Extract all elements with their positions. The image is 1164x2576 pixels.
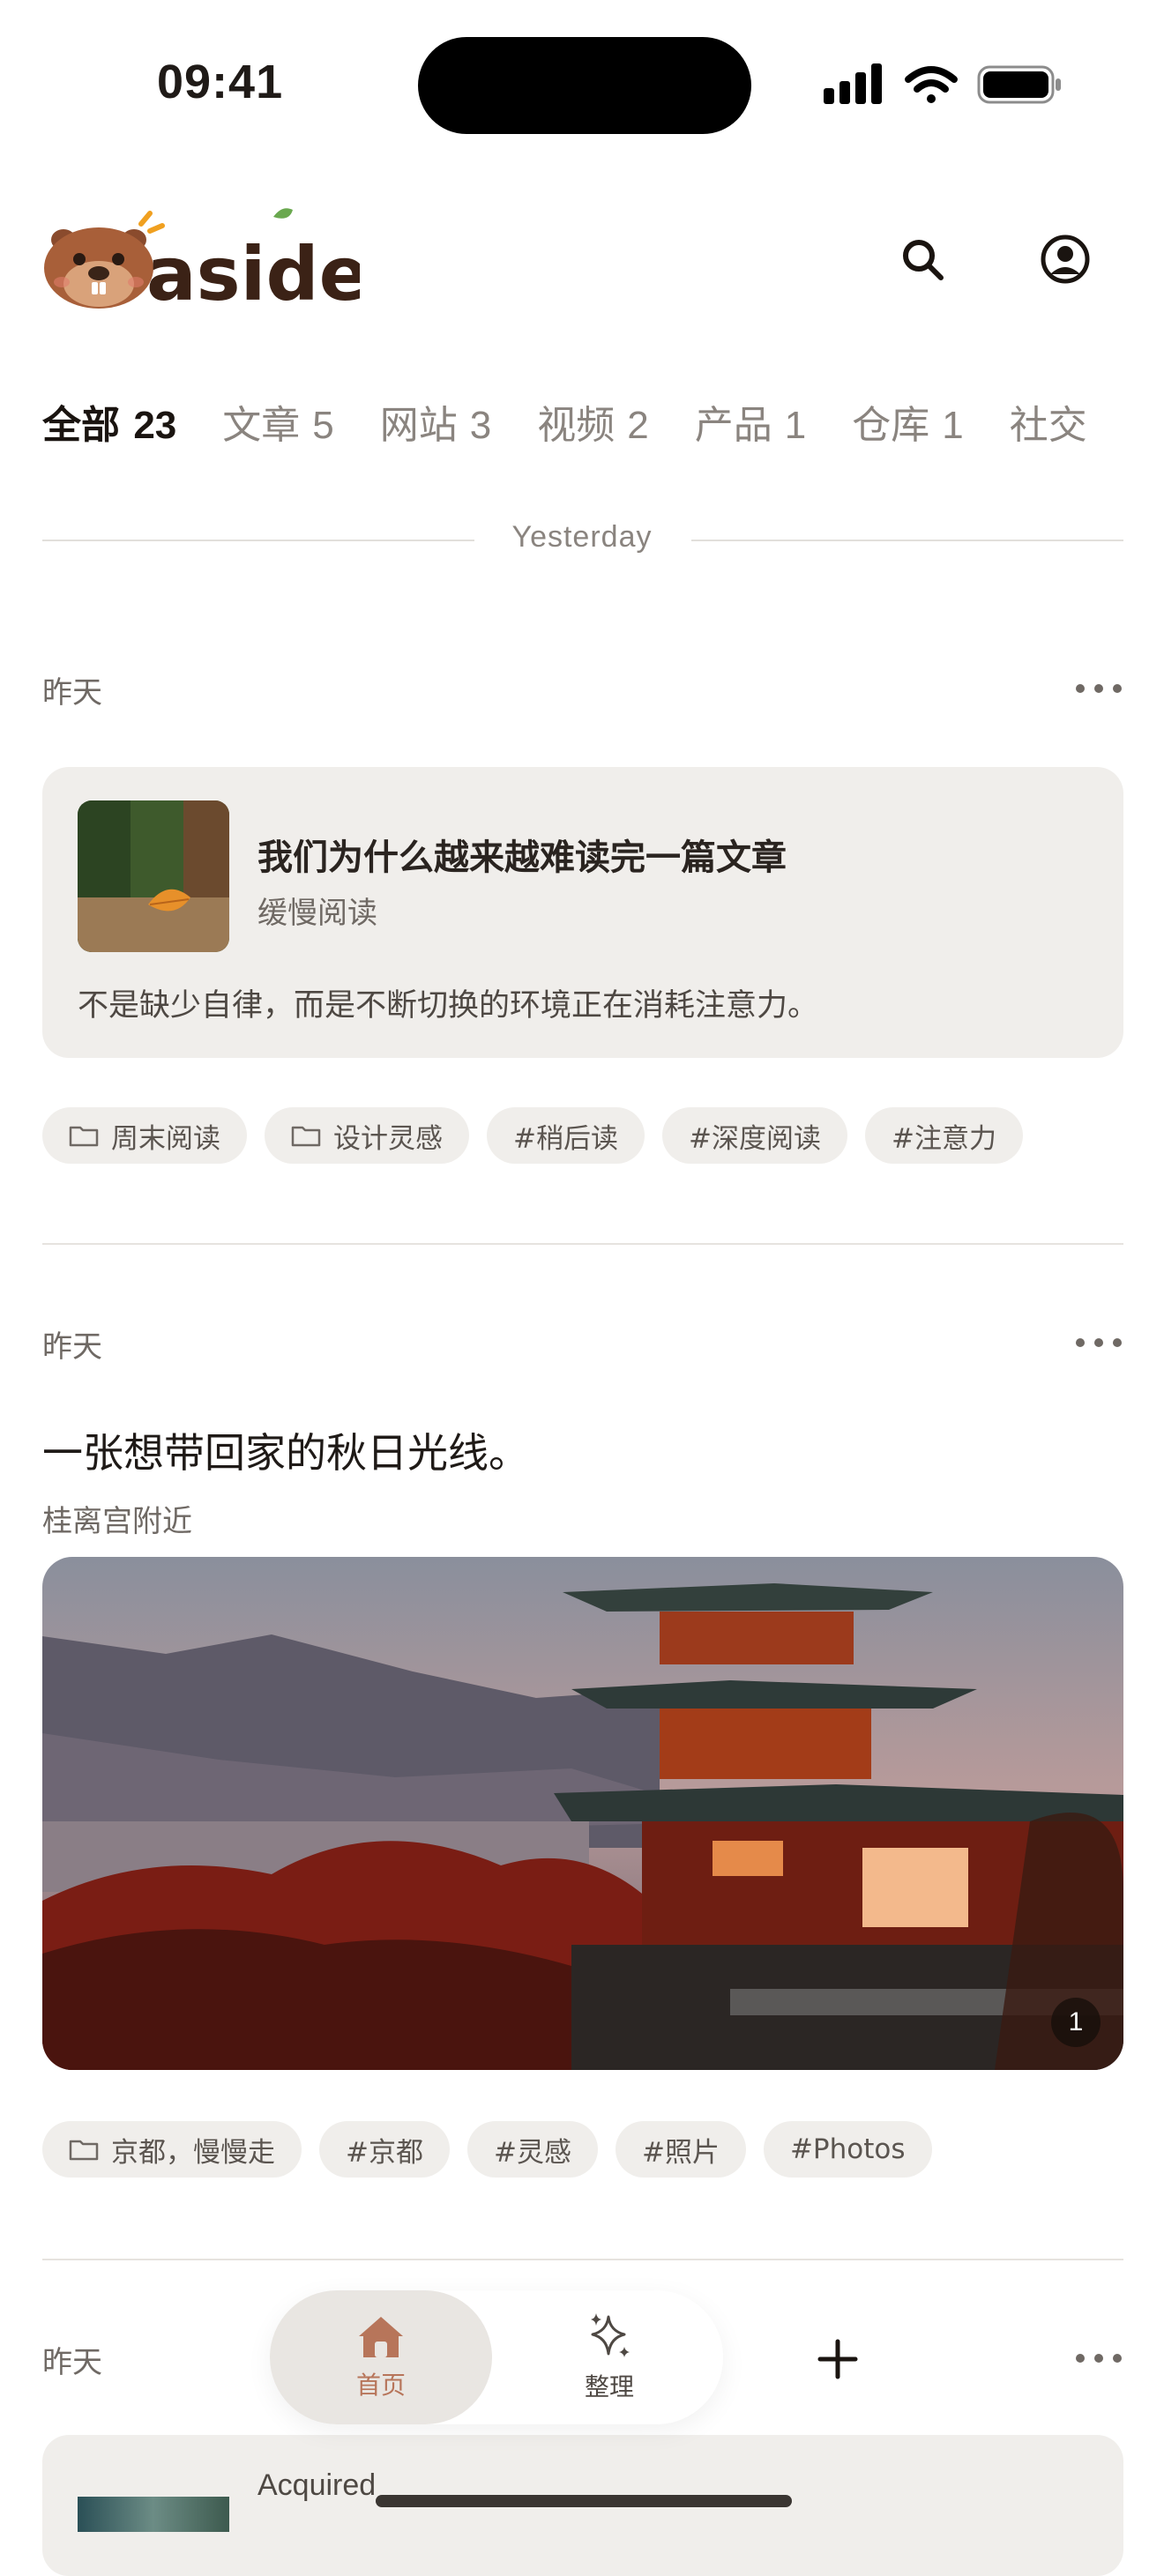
collection-tag[interactable]: 京都，慢慢走 (42, 2121, 302, 2178)
dot-icon (1094, 1338, 1103, 1347)
dynamic-island (418, 37, 751, 134)
hashtag[interactable]: #Photos (763, 2121, 932, 2178)
article-source: 缓慢阅读 (257, 896, 377, 931)
dot-icon (1113, 684, 1122, 693)
hashtag[interactable]: #深度阅读 (661, 1107, 847, 1164)
item-date: 昨天 (42, 675, 102, 711)
dot-icon (1094, 2354, 1103, 2363)
dot-icon (1094, 684, 1103, 693)
dot-icon (1076, 2354, 1085, 2363)
home-icon (359, 2317, 403, 2357)
folder-icon (291, 1126, 321, 1147)
dot-icon (1076, 684, 1085, 693)
profile-icon (1041, 235, 1090, 284)
nav-home-button[interactable]: 首页 (270, 2290, 492, 2424)
article-title: Acquired (257, 2468, 377, 2502)
post-location: 桂离宫附近 (42, 1504, 192, 1539)
dot-icon (1076, 1338, 1085, 1347)
search-button[interactable] (880, 217, 965, 302)
logo-text: aside (146, 231, 360, 309)
collection-tag[interactable]: 周末阅读 (42, 1107, 247, 1164)
more-options-button[interactable] (1076, 2354, 1122, 2364)
post-title: 一张想带回家的秋日光线。 (42, 1429, 529, 1477)
folder-icon (69, 2140, 99, 2161)
search-icon (903, 240, 944, 280)
tag-row: 周末阅读 设计灵感 #稍后读 #深度阅读 #注意力 (42, 1107, 1041, 1164)
tab-videos[interactable]: 视频 2 (537, 393, 648, 455)
sparkles-icon (591, 2313, 630, 2357)
tab-social[interactable]: 社交 (1010, 393, 1087, 455)
tab-repos[interactable]: 仓库 1 (852, 393, 963, 455)
hashtag[interactable]: #灵感 (466, 2121, 598, 2178)
article-description: 不是缺少自律，而是不断切换的环境正在消耗注意力。 (78, 988, 819, 1024)
collection-tag[interactable]: 设计灵感 (265, 1107, 469, 1164)
add-button[interactable] (767, 2303, 908, 2416)
status-icons (824, 63, 1061, 104)
tab-all[interactable]: 全部 23 (42, 393, 176, 455)
hashtag[interactable]: #注意力 (864, 1107, 1023, 1164)
more-options-button[interactable] (1076, 1338, 1122, 1349)
tab-websites[interactable]: 网站 3 (380, 393, 491, 455)
home-indicator[interactable] (376, 2495, 792, 2507)
section-divider-label: Yesterday (511, 520, 653, 554)
hashtag[interactable]: #京都 (319, 2121, 450, 2178)
article-thumbnail (78, 800, 229, 952)
divider-line-left (42, 540, 474, 541)
tab-products[interactable]: 产品 1 (695, 393, 806, 455)
divider-line-right (691, 540, 1123, 541)
battery-icon (977, 65, 1061, 104)
cellular-signal-icon (824, 63, 882, 104)
plus-icon (817, 2339, 858, 2379)
item-date: 昨天 (42, 2345, 102, 2380)
article-thumbnail (78, 2497, 229, 2532)
category-tabs: 全部 23 文章 5 网站 3 视频 2 产品 1 仓库 1 社交 (42, 393, 1133, 455)
nav-organize-label: 整理 (584, 2372, 634, 2401)
photo-count-badge: 1 (1051, 1998, 1101, 2047)
dot-icon (1113, 1338, 1122, 1347)
hashtag[interactable]: #稍后读 (487, 1107, 645, 1164)
dot-icon (1113, 2354, 1122, 2363)
kyoto-pagoda-photo[interactable] (42, 1557, 1123, 2070)
wifi-icon (905, 66, 958, 103)
tag-row: 京都，慢慢走 #京都 #灵感 #照片 #Photos (42, 2121, 950, 2178)
item-separator (42, 1243, 1123, 1245)
status-time: 09:41 (157, 56, 284, 108)
article-title: 我们为什么越来越难读完一篇文章 (257, 838, 787, 878)
hashtag[interactable]: #照片 (615, 2121, 746, 2178)
more-options-button[interactable] (1076, 684, 1122, 695)
profile-button[interactable] (1023, 217, 1108, 302)
nav-organize-button[interactable]: 整理 (526, 2290, 693, 2424)
item-date: 昨天 (42, 1329, 102, 1365)
tab-articles[interactable]: 文章 5 (222, 393, 333, 455)
nav-home-label: 首页 (355, 2371, 406, 2400)
folder-icon (69, 1126, 99, 1147)
item-separator (42, 2259, 1123, 2260)
aside-logo: aside (44, 208, 360, 309)
